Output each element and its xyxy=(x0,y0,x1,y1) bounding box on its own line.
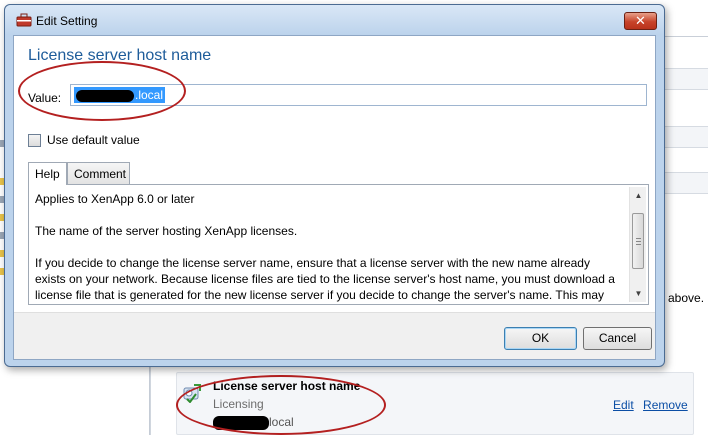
value-input-text: .local xyxy=(135,88,164,102)
panel-band xyxy=(660,172,708,194)
help-paragraph: The name of the server hosting XenApp li… xyxy=(35,224,298,238)
panel-band xyxy=(660,126,708,148)
use-default-checkbox[interactable] xyxy=(28,133,41,147)
setting-value-text: local xyxy=(269,415,294,429)
help-text: Applies to XenApp 6.0 or later The name … xyxy=(35,191,620,304)
lower-left-border xyxy=(140,366,150,435)
edit-setting-dialog: Edit Setting ✕ License server host name … xyxy=(4,4,665,367)
grip-line xyxy=(636,238,641,239)
scroll-down-arrow-icon[interactable]: ▼ xyxy=(630,285,647,302)
scroll-up-arrow-icon[interactable]: ▲ xyxy=(630,187,647,204)
ok-button[interactable]: OK xyxy=(504,327,577,350)
close-button[interactable]: ✕ xyxy=(624,12,657,30)
dialog-titlebar[interactable]: Edit Setting ✕ xyxy=(5,5,664,35)
use-default-label: Use default value xyxy=(47,133,140,147)
panel-band xyxy=(660,68,708,90)
divider xyxy=(660,36,708,37)
use-default-row: Use default value xyxy=(28,133,140,147)
tab-comment[interactable]: Comment xyxy=(67,162,130,184)
dialog-footer: OK Cancel xyxy=(14,312,655,359)
help-panel: Applies to XenApp 6.0 or later The name … xyxy=(28,184,649,305)
remove-link[interactable]: Remove xyxy=(643,398,688,412)
value-label: Value: xyxy=(28,91,62,105)
setting-actions: Edit Remove xyxy=(607,398,688,412)
setting-card-license-server[interactable]: License server host name Licensing local… xyxy=(176,372,694,435)
edit-link[interactable]: Edit xyxy=(613,398,634,412)
setting-heading: License server host name xyxy=(28,47,212,64)
settings-toolbox-icon xyxy=(16,13,32,27)
background-text: above. xyxy=(668,291,705,305)
setting-category: Licensing xyxy=(213,397,264,411)
dialog-title: Edit Setting xyxy=(36,14,98,28)
tab-help[interactable]: Help xyxy=(28,162,67,185)
redaction-mark xyxy=(76,89,134,102)
help-scrollbar[interactable]: ▲ ▼ xyxy=(629,187,646,302)
grip-line xyxy=(636,241,641,242)
setting-value: local xyxy=(213,415,294,430)
value-selection: .local xyxy=(74,87,166,103)
help-paragraph: If you decide to change the license serv… xyxy=(35,256,615,302)
grip-line xyxy=(636,244,641,245)
cancel-button[interactable]: Cancel xyxy=(583,327,652,350)
licensing-setting-icon xyxy=(183,384,201,403)
scroll-thumb[interactable] xyxy=(632,213,644,269)
right-panel-fragment xyxy=(660,24,708,294)
dialog-content: License server host name Value: .local U… xyxy=(13,35,656,360)
value-input[interactable]: .local xyxy=(70,84,647,106)
setting-title: License server host name xyxy=(213,379,361,393)
help-paragraph: Applies to XenApp 6.0 or later xyxy=(35,192,195,206)
redaction-mark xyxy=(213,415,269,430)
